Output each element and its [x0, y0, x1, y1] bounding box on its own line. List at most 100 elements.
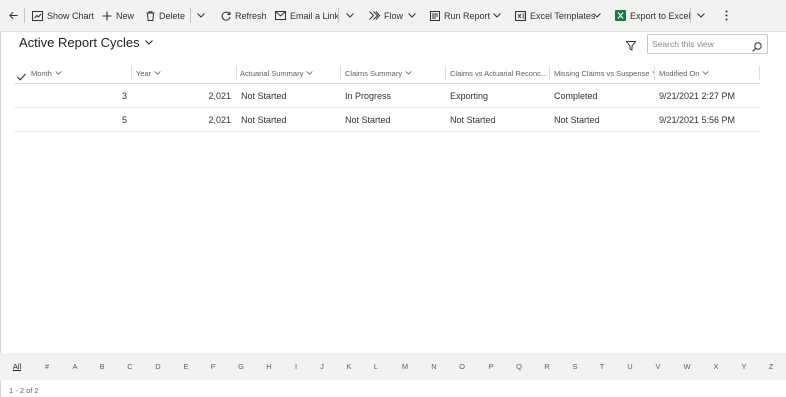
column-header-label: Claims vs Actuarial Reconc... — [450, 68, 548, 78]
column-divider[interactable] — [759, 66, 760, 80]
mail-icon — [275, 11, 286, 20]
jump-r[interactable]: R — [544, 353, 549, 380]
jump-w[interactable]: W — [683, 353, 690, 380]
trash-icon — [146, 10, 155, 21]
cell-modified-on: 9/21/2021 5:56 PM — [659, 114, 736, 125]
command-bar: Show Chart New Delete Refresh Email a Li… — [0, 0, 786, 32]
jump-s[interactable]: S — [572, 353, 577, 380]
jump-a[interactable]: A — [72, 353, 77, 380]
column-header-label: Missing Claims vs Suspense — [554, 68, 650, 78]
flow-chevron[interactable] — [408, 0, 416, 31]
run-report-button[interactable]: Run Report — [430, 0, 490, 31]
email-link-button[interactable]: Email a Link — [275, 0, 339, 31]
back-button[interactable] — [8, 0, 23, 31]
column-header-label: Claims Summary — [345, 68, 403, 78]
cell-actuarial-summary: Not Started — [241, 90, 287, 101]
jump-t[interactable]: T — [600, 353, 605, 380]
export-excel-button[interactable]: Export to Excel — [615, 0, 691, 31]
column-header-label: Actuarial Summary — [240, 68, 304, 78]
jump-b[interactable]: B — [99, 353, 104, 380]
export-excel-chevron[interactable] — [697, 0, 705, 31]
column-divider[interactable] — [549, 66, 550, 80]
chevron-down-icon — [593, 13, 601, 18]
run-report-chevron[interactable] — [493, 0, 501, 31]
delete-button[interactable]: Delete — [146, 0, 185, 31]
jump-hash[interactable]: # — [45, 353, 49, 380]
jump-n[interactable]: N — [431, 353, 436, 380]
column-divider[interactable] — [445, 66, 446, 80]
column-divider[interactable] — [236, 66, 237, 80]
more-commands-button[interactable] — [725, 0, 728, 31]
column-divider[interactable] — [131, 66, 132, 80]
chevron-down-icon — [154, 71, 161, 75]
column-header-month[interactable]: Month — [31, 63, 62, 83]
excel-templates-chevron[interactable] — [593, 0, 601, 31]
flow-button[interactable]: Flow — [369, 0, 403, 31]
column-divider[interactable] — [654, 66, 655, 80]
jump-q[interactable]: Q — [516, 353, 522, 380]
table-row[interactable]: 5 2,021 Not Started Not Started Not Star… — [14, 108, 760, 132]
chart-icon — [32, 10, 43, 21]
flow-icon — [369, 11, 380, 20]
column-divider[interactable] — [340, 66, 341, 80]
plus-icon — [102, 11, 112, 21]
table-row[interactable]: 3 2,021 Not Started In Progress Exportin… — [14, 84, 760, 108]
column-header-claims-summary[interactable]: Claims Summary — [345, 63, 412, 83]
delete-label: Delete — [159, 10, 186, 21]
jump-i[interactable]: I — [295, 353, 297, 380]
excel-icon — [615, 10, 626, 21]
search-input[interactable] — [652, 37, 747, 51]
column-header-label: Month — [31, 68, 52, 78]
jump-all[interactable]: All — [13, 353, 21, 380]
jump-p[interactable]: P — [488, 353, 493, 380]
cell-claims-vs-actuarial: Exporting — [450, 90, 489, 101]
new-button[interactable]: New — [102, 0, 134, 31]
jump-l[interactable]: L — [374, 353, 378, 380]
jump-bar: All # A B C D E F G H I J K L M N O P Q … — [0, 353, 786, 380]
excel-templates-button[interactable]: Excel Templates — [515, 0, 595, 31]
cell-year: 2,021 — [208, 114, 231, 125]
show-chart-button[interactable]: Show Chart — [32, 0, 94, 31]
grid-header: Month Year Actuarial Summary Claims Summ… — [14, 63, 760, 84]
jump-c[interactable]: C — [127, 353, 132, 380]
chevron-down-icon — [408, 13, 416, 18]
excel-template-icon — [515, 10, 526, 21]
jump-e[interactable]: E — [183, 353, 188, 380]
filter-button[interactable] — [625, 38, 637, 56]
search-button[interactable] — [752, 39, 762, 57]
refresh-button[interactable]: Refresh — [221, 0, 267, 31]
chevron-down-icon — [197, 13, 205, 18]
chevron-down-icon — [697, 13, 705, 18]
jump-g[interactable]: G — [238, 353, 244, 380]
jump-o[interactable]: O — [459, 353, 465, 380]
more-vertical-icon — [725, 10, 728, 21]
column-header-modified-on[interactable]: Modified On — [659, 63, 710, 83]
filter-icon — [625, 41, 637, 51]
chevron-down-icon — [306, 71, 313, 75]
view-selector[interactable]: Active Report Cycles — [19, 35, 153, 50]
jump-m[interactable]: M — [402, 353, 408, 380]
cell-claims-summary: Not Started — [345, 114, 391, 125]
cell-actuarial-summary: Not Started — [241, 114, 287, 125]
jump-x[interactable]: X — [713, 353, 718, 380]
column-header-actuarial-summary[interactable]: Actuarial Summary — [240, 63, 313, 83]
more-email-chevron[interactable] — [346, 0, 354, 31]
jump-z[interactable]: Z — [769, 353, 774, 380]
column-header-label: Year — [136, 68, 152, 78]
cell-modified-on: 9/21/2021 2:27 PM — [659, 90, 736, 101]
jump-f[interactable]: F — [211, 353, 216, 380]
cell-month: 5 — [121, 114, 127, 125]
jump-h[interactable]: H — [266, 353, 271, 380]
jump-u[interactable]: U — [627, 353, 632, 380]
chevron-down-icon — [144, 40, 153, 45]
more-delete-chevron[interactable] — [197, 0, 205, 31]
jump-y[interactable]: Y — [741, 353, 746, 380]
column-header-claims-vs-actuarial[interactable]: Claims vs Actuarial Reconc... — [450, 63, 549, 83]
jump-d[interactable]: D — [155, 353, 160, 380]
cell-claims-summary: In Progress — [345, 90, 392, 101]
column-header-missing-claims[interactable]: Missing Claims vs Suspense — [554, 63, 654, 83]
jump-k[interactable]: K — [346, 353, 351, 380]
column-header-year[interactable]: Year — [136, 63, 161, 83]
jump-v[interactable]: V — [655, 353, 660, 380]
jump-j[interactable]: J — [320, 353, 324, 380]
